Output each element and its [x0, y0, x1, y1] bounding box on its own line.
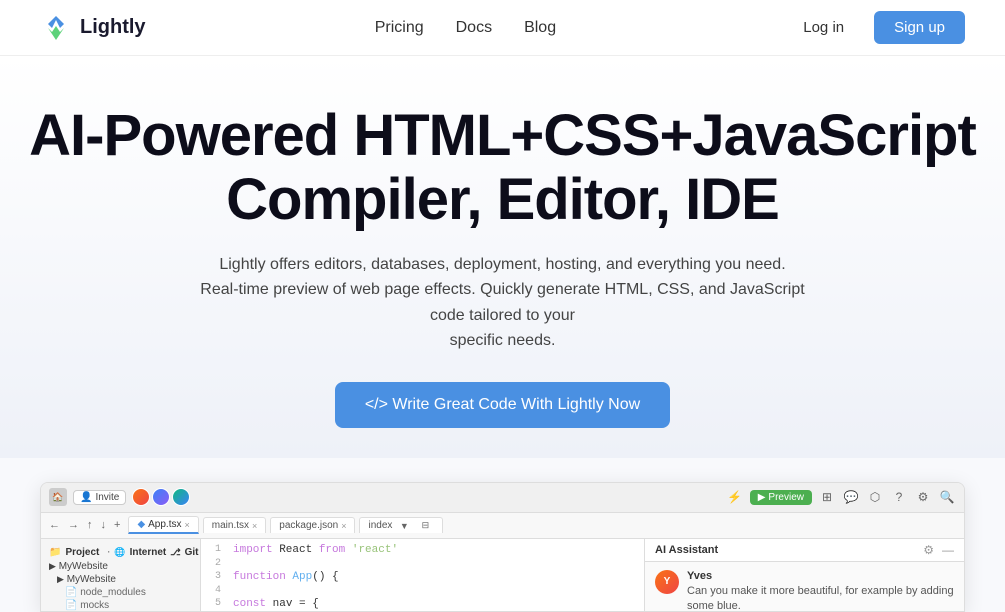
ide-ai-panel: AI Assistant ⚙ — Y Yves Can you make it … [644, 539, 964, 611]
folder-arrow-icon: ▶ [49, 561, 56, 571]
login-button[interactable]: Log in [785, 11, 862, 44]
ai-message: Y Yves Can you make it more beautiful, f… [645, 562, 964, 611]
avatar-3 [172, 488, 190, 506]
ide-sidebar: 📁 Project · 🌐 Internet ⎇ Git ▶ MyWebsite… [41, 539, 201, 611]
nav-links: Pricing Docs Blog [375, 19, 556, 37]
ide-main: 📁 Project · 🌐 Internet ⎇ Git ▶ MyWebsite… [41, 539, 964, 611]
ai-panel-close-icon[interactable]: — [942, 543, 954, 557]
tab-close-icon[interactable]: × [185, 520, 190, 530]
avatar-2 [152, 488, 170, 506]
preview-button[interactable]: ▶ Preview [750, 490, 812, 505]
play-icon: ▶ [758, 492, 766, 503]
tab-close-icon-3[interactable]: × [341, 521, 346, 531]
invite-icon: 👤 [80, 492, 92, 503]
add-icon[interactable]: + [114, 519, 120, 531]
folder-open-arrow-icon: ▶ [57, 574, 64, 584]
git-icon: ⎇ [170, 547, 180, 558]
ide-code-area[interactable]: 1 import React from 'react' 2 3 function… [201, 539, 644, 611]
brand-name: Lightly [80, 16, 146, 39]
file-icon-2: 📄 [65, 600, 77, 611]
ide-preview: 🏠 👤 Invite ⚡ ▶ Preview ⊞ 💬 ⬡ ? ⚙ [40, 482, 965, 612]
navbar-brand: Lightly [40, 12, 146, 44]
tab-index[interactable]: index ▼ ⊟ [359, 517, 443, 533]
nav-pricing[interactable]: Pricing [375, 19, 424, 37]
settings-icon: ⚙ [914, 490, 932, 504]
ide-preview-wrapper: 🏠 👤 Invite ⚡ ▶ Preview ⊞ 💬 ⬡ ? ⚙ [0, 482, 1005, 612]
globe-icon: 🌐 [114, 547, 125, 558]
ai-panel-header: AI Assistant ⚙ — [645, 539, 964, 562]
code-line-5: 5 const nav = { [201, 597, 644, 611]
ai-panel-settings-icon[interactable]: ⚙ [923, 543, 934, 557]
upload-icon[interactable]: ↑ [87, 519, 93, 531]
ide-item-mocks[interactable]: 📄 mocks [41, 599, 200, 611]
cta-button[interactable]: </> Write Great Code With Lightly Now [335, 382, 670, 428]
split-icon: ⊟ [416, 520, 434, 531]
home-icon[interactable]: 🏠 [49, 488, 67, 506]
back-icon[interactable]: ← [49, 519, 60, 531]
dropdown-icon: ▼ [395, 521, 413, 531]
ide-toolbar: 🏠 👤 Invite ⚡ ▶ Preview ⊞ 💬 ⬡ ? ⚙ [41, 483, 964, 513]
hero-title: AI-Powered HTML+CSS+JavaScript Compiler,… [20, 104, 985, 232]
nav-blog[interactable]: Blog [524, 19, 556, 37]
invite-button[interactable]: 👤 Invite [73, 490, 126, 505]
code-line-3: 3 function App() { [201, 570, 644, 584]
file-icon: 📄 [65, 587, 77, 598]
nav-docs[interactable]: Docs [456, 19, 492, 37]
ide-tabs-bar: ← → ↑ ↓ + ◆ App.tsx × main.tsx × package… [41, 513, 964, 539]
ide-toolbar-right: ⚡ ▶ Preview ⊞ 💬 ⬡ ? ⚙ 🔍 [726, 490, 956, 505]
tab-main-tsx[interactable]: main.tsx × [203, 517, 267, 533]
code-line-4: 4 [201, 584, 644, 597]
share-icon: ⬡ [866, 490, 884, 504]
hero-subtitle: Lightly offers editors, databases, deplo… [183, 252, 823, 354]
ide-item-node-modules[interactable]: 📄 node_modules [41, 586, 200, 599]
forward-icon[interactable]: → [68, 519, 79, 531]
tab-close-icon-2[interactable]: × [252, 521, 257, 531]
tab-app-tsx[interactable]: ◆ App.tsx × [128, 516, 198, 534]
code-line-1: 1 import React from 'react' [201, 543, 644, 557]
ide-sidebar-header: 📁 Project · 🌐 Internet ⎇ Git [41, 545, 200, 560]
help-icon: ? [890, 490, 908, 504]
navbar-auth: Log in Sign up [785, 11, 965, 44]
ide-folder-mywebsite[interactable]: ▶ MyWebsite [41, 560, 200, 573]
grid-icon: ⊞ [818, 490, 836, 504]
avatar-group [132, 488, 190, 506]
hero-section: AI-Powered HTML+CSS+JavaScript Compiler,… [0, 56, 1005, 458]
avatar-1 [132, 488, 150, 506]
search-icon: 🔍 [938, 490, 956, 504]
navbar: Lightly Pricing Docs Blog Log in Sign up [0, 0, 1005, 56]
ai-message-content: Yves Can you make it more beautiful, for… [687, 570, 954, 611]
user-avatar: Y [655, 570, 679, 594]
chat-icon: 💬 [842, 490, 860, 504]
code-line-2: 2 [201, 557, 644, 570]
download-icon[interactable]: ↓ [101, 519, 107, 531]
ide-folder-mywebsite-open[interactable]: ▶ MyWebsite [41, 573, 200, 586]
dot-separator: · [107, 547, 110, 557]
lightning-icon: ⚡ [726, 490, 744, 504]
lightly-logo-icon [40, 12, 72, 44]
folder-icon: 📁 [49, 547, 61, 558]
signup-button[interactable]: Sign up [874, 11, 965, 44]
tab-package-json[interactable]: package.json × [270, 517, 355, 533]
